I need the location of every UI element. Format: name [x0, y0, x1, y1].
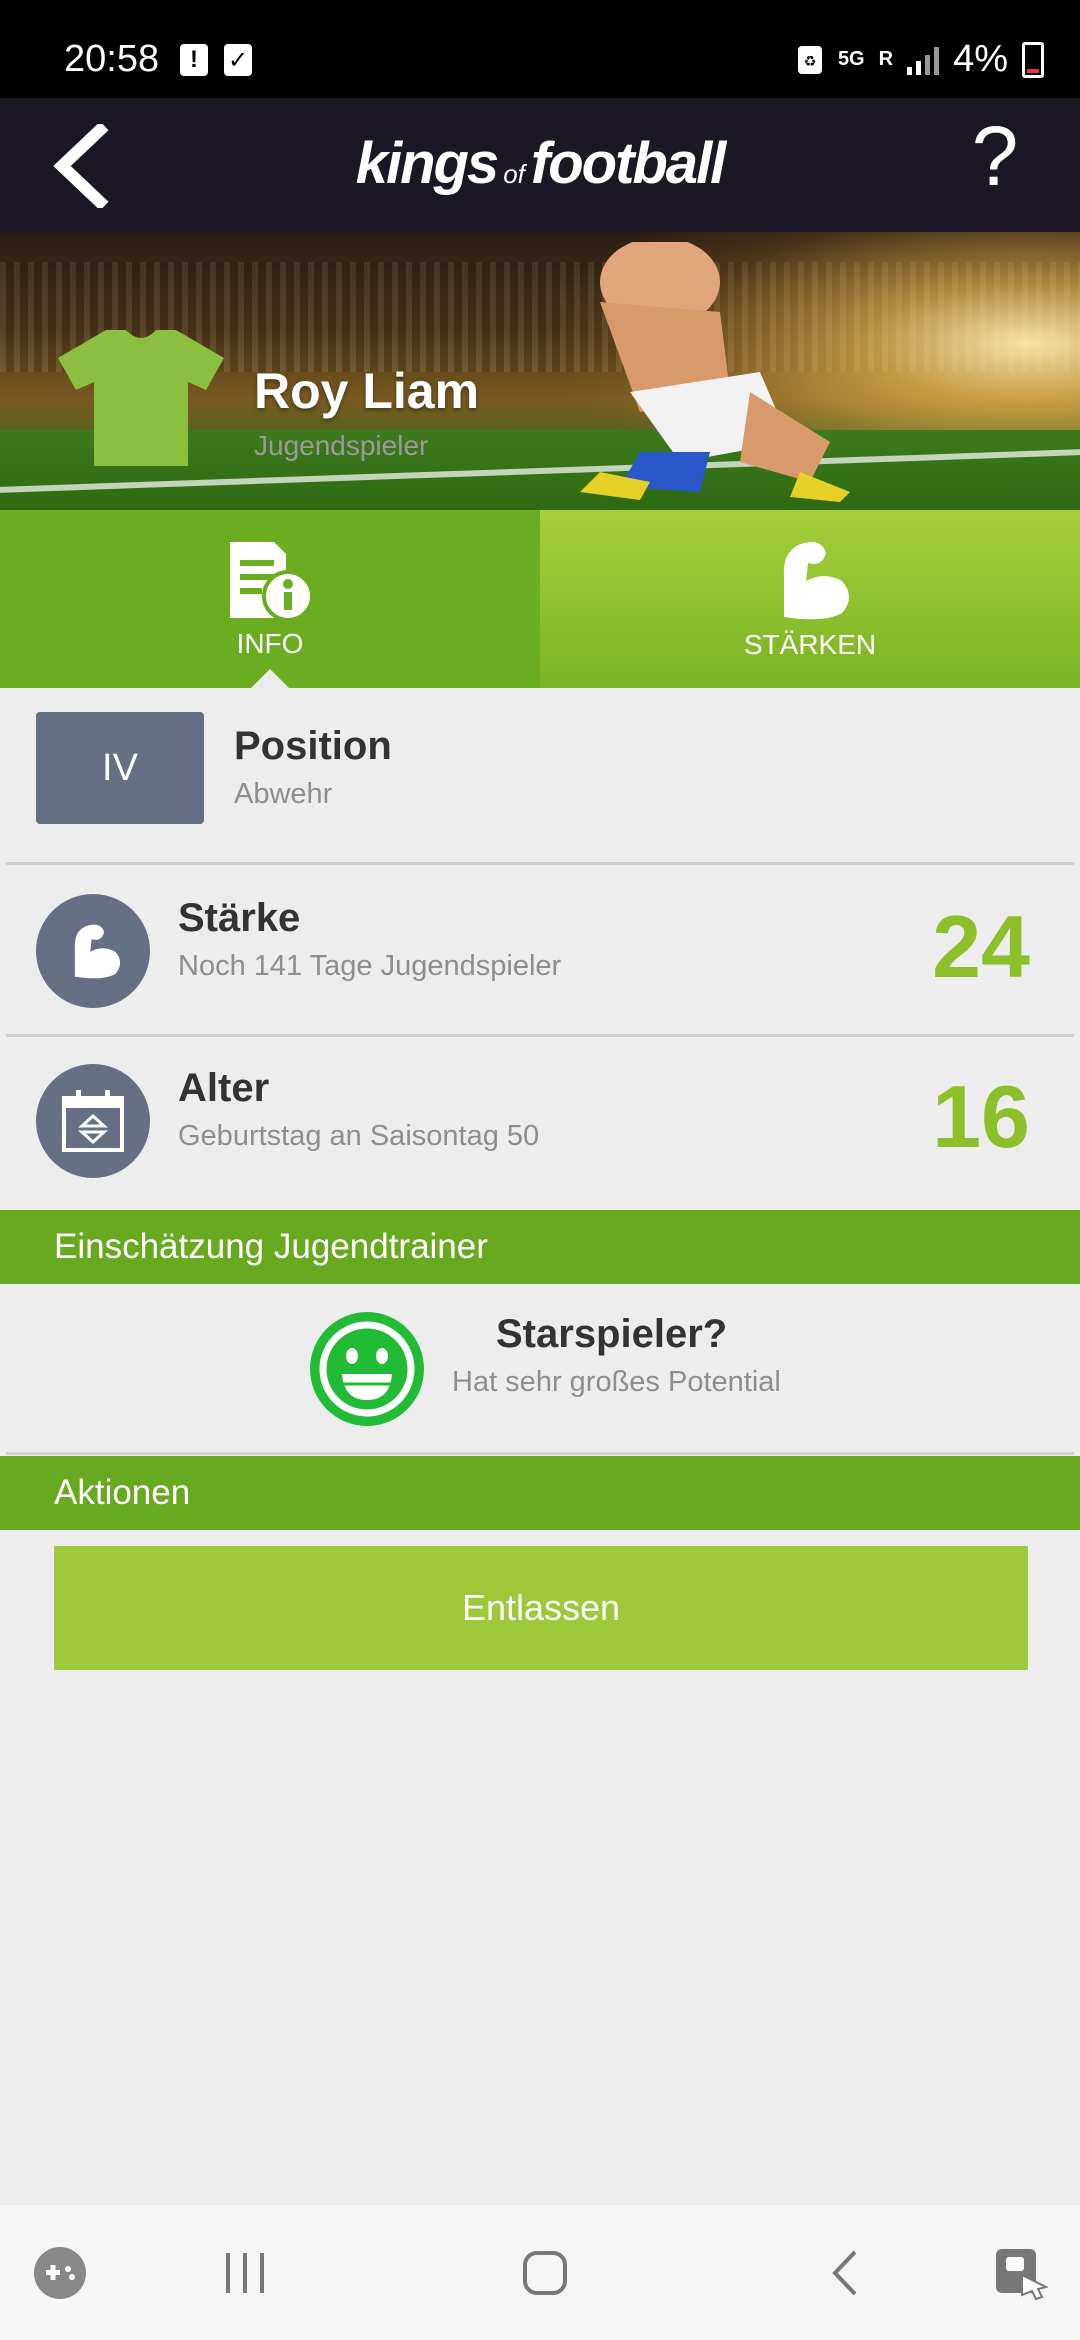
age-subtitle: Geburtstag an Saisontag 50	[178, 1120, 540, 1152]
position-value: Abwehr	[234, 778, 333, 810]
logo-football: football	[530, 131, 726, 196]
svg-text:♻: ♻	[804, 54, 817, 70]
divider	[6, 862, 1074, 865]
recent-apps-icon	[226, 2252, 264, 2293]
tab-info[interactable]: INFO	[0, 510, 540, 689]
flexed-arm-icon	[74, 924, 121, 979]
strength-subtitle: Noch 141 Tage Jugendspieler	[178, 950, 562, 982]
tab-info-label: INFO	[236, 628, 304, 659]
player-banner: Roy Liam Jugendspieler	[0, 232, 1080, 510]
recent-apps-button[interactable]	[200, 2205, 290, 2340]
divider	[6, 1034, 1074, 1037]
recycle-icon: ♻	[797, 45, 822, 74]
battery-percent: 4%	[953, 38, 1008, 80]
network-type: 5G	[837, 48, 865, 70]
strength-value: 24	[932, 897, 1030, 996]
position-badge: IV	[36, 712, 204, 824]
strength-title: Stärke	[178, 896, 301, 940]
jersey-icon	[58, 330, 224, 466]
alert-notification-icon: !	[180, 44, 208, 76]
age-icon-circle	[36, 1064, 150, 1178]
strength-icon-circle	[36, 894, 150, 1008]
system-back-button[interactable]	[800, 2205, 890, 2340]
smiley-face	[319, 1321, 415, 1417]
touch-lock-icon	[996, 2248, 1048, 2300]
age-value: 16	[932, 1067, 1030, 1166]
age-title: Alter	[178, 1066, 270, 1110]
tab-strengths-label: STÄRKEN	[743, 629, 877, 660]
divider	[6, 1452, 1074, 1455]
calendar-icon	[62, 1090, 124, 1152]
accessibility-button[interactable]	[980, 2205, 1060, 2340]
logo-kings: kings	[355, 131, 499, 196]
tab-bar: INFO STÄRKEN	[0, 510, 1080, 689]
status-right: ♻ 5G R 4%	[796, 38, 1044, 81]
roaming-indicator: R	[878, 48, 894, 70]
jersey-shape	[58, 330, 224, 466]
signal-icon	[907, 45, 940, 75]
game-launcher-button[interactable]	[20, 2205, 100, 2340]
app-logo: kings of football	[0, 130, 1080, 197]
home-button[interactable]	[500, 2205, 590, 2340]
dismiss-button[interactable]: Entlassen	[54, 1546, 1028, 1670]
logo-of: of	[503, 159, 525, 189]
back-arrow-icon	[832, 2250, 857, 2295]
position-title: Position	[234, 724, 392, 768]
celebrating-player-image	[580, 242, 850, 502]
flexed-arm-icon	[783, 542, 849, 620]
assessment-subtitle: Hat sehr großes Potential	[452, 1366, 781, 1398]
assessment-section-title: Einschätzung Jugendtrainer	[54, 1227, 488, 1266]
actions-section-title: Aktionen	[54, 1473, 191, 1512]
player-name: Roy Liam	[254, 363, 480, 419]
active-tab-indicator	[250, 669, 290, 689]
battery-icon	[1022, 41, 1044, 78]
help-button[interactable]: ?	[950, 108, 1040, 205]
notification-icons: ! ✓	[180, 44, 252, 76]
tab-strengths[interactable]: STÄRKEN	[540, 510, 1080, 688]
system-nav-bar	[0, 2205, 1080, 2340]
smiley-icon	[310, 1312, 424, 1426]
assessment-section-header: Einschätzung Jugendtrainer	[0, 1210, 1080, 1284]
status-time: 20:58	[64, 38, 160, 80]
home-icon	[523, 2250, 567, 2295]
document-info-icon	[230, 542, 314, 622]
gamepad-icon	[34, 2246, 86, 2299]
assessment-title: Starspieler?	[496, 1312, 728, 1356]
status-bar: 20:58 ! ✓ ♻ 5G R 4%	[0, 0, 1080, 98]
check-notification-icon: ✓	[224, 44, 252, 76]
actions-section-header: Aktionen	[0, 1456, 1080, 1530]
app-header: kings of football ?	[0, 98, 1080, 232]
player-role: Jugendspieler	[254, 430, 429, 461]
